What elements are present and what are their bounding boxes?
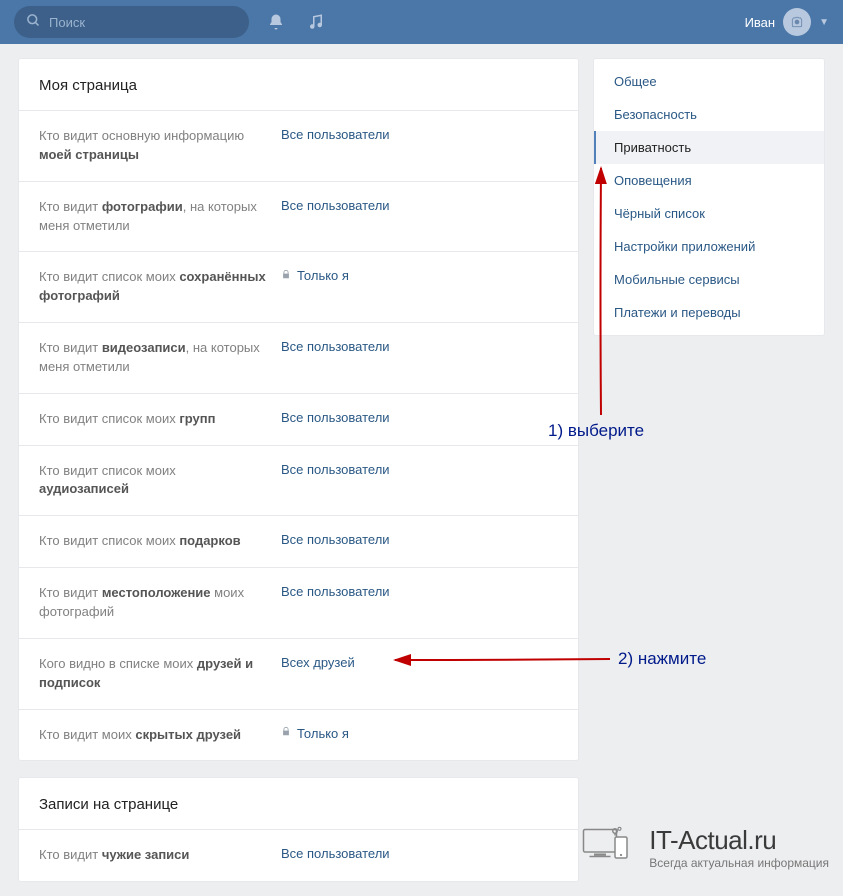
setting-row: Кто видит список моих подарков Все пользо… xyxy=(19,515,578,567)
setting-value-text: Только я xyxy=(297,268,349,283)
user-name: Иван xyxy=(745,15,776,30)
setting-label: Кто видит видеозаписи, на которых меня о… xyxy=(39,339,269,377)
setting-label: Кто видит моих скрытых друзей xyxy=(39,726,269,745)
lock-icon xyxy=(281,726,291,740)
setting-label: Кого видно в списке моих друзей и подпис… xyxy=(39,655,269,693)
setting-value-text: Всех друзей xyxy=(281,655,355,670)
sidebar-item[interactable]: Безопасность xyxy=(594,98,824,131)
setting-value[interactable]: Только я xyxy=(281,268,349,283)
user-menu[interactable]: Иван ▼ xyxy=(745,8,829,36)
search-box[interactable] xyxy=(14,6,249,38)
avatar xyxy=(783,8,811,36)
search-icon xyxy=(26,13,41,31)
sidebar-item[interactable]: Приватность xyxy=(594,131,824,164)
setting-value[interactable]: Всех друзей xyxy=(281,655,355,670)
setting-row: Кто видит видеозаписи, на которых меня о… xyxy=(19,322,578,393)
watermark-title: IT-Actual.ru xyxy=(649,825,829,856)
setting-value-text: Все пользователи xyxy=(281,339,390,354)
lock-icon xyxy=(281,269,291,283)
sidebar-item[interactable]: Оповещения xyxy=(594,164,824,197)
setting-value[interactable]: Только я xyxy=(281,726,349,741)
settings-sidebar: ОбщееБезопасностьПриватностьОповещенияЧё… xyxy=(593,58,825,336)
sidebar-item[interactable]: Чёрный список xyxy=(594,197,824,230)
setting-row: Кто видит чужие записи Все пользователи xyxy=(19,829,578,881)
setting-value[interactable]: Все пользователи xyxy=(281,846,390,861)
setting-label: Кто видит фотографии, на которых меня от… xyxy=(39,198,269,236)
privacy-panel-my-page: Моя страница Кто видит основную информац… xyxy=(18,58,579,761)
setting-label: Кто видит список моих аудиозаписей xyxy=(39,462,269,500)
devices-icon xyxy=(579,824,639,871)
setting-label: Кто видит список моих сохранённых фотогр… xyxy=(39,268,269,306)
panel-title: Моя страница xyxy=(19,59,578,110)
setting-row: Кто видит список моих сохранённых фотогр… xyxy=(19,251,578,322)
setting-row: Кто видит список моих групп Все пользоват… xyxy=(19,393,578,445)
setting-value-text: Только я xyxy=(297,726,349,741)
panel-title: Записи на странице xyxy=(19,778,578,829)
sidebar-item[interactable]: Настройки приложений xyxy=(594,230,824,263)
setting-row: Кто видит список моих аудиозаписей Все по… xyxy=(19,445,578,516)
watermark-subtitle: Всегда актуальная информация xyxy=(649,856,829,870)
setting-value-text: Все пользователи xyxy=(281,410,390,425)
chevron-down-icon: ▼ xyxy=(819,17,829,28)
setting-value-text: Все пользователи xyxy=(281,462,390,477)
setting-value-text: Все пользователи xyxy=(281,198,390,213)
setting-value[interactable]: Все пользователи xyxy=(281,198,390,213)
setting-value-text: Все пользователи xyxy=(281,584,390,599)
setting-value-text: Все пользователи xyxy=(281,127,390,142)
setting-label: Кто видит основную информацию моей стран… xyxy=(39,127,269,165)
watermark: IT-Actual.ru Всегда актуальная информаци… xyxy=(579,824,829,871)
setting-row: Кто видит основную информацию моей стран… xyxy=(19,110,578,181)
setting-value[interactable]: Все пользователи xyxy=(281,127,390,142)
notifications-icon[interactable] xyxy=(263,9,289,35)
setting-row: Кто видит фотографии, на которых меня от… xyxy=(19,181,578,252)
sidebar-item[interactable]: Платежи и переводы xyxy=(594,296,824,329)
search-input[interactable] xyxy=(49,15,237,30)
setting-value[interactable]: Все пользователи xyxy=(281,339,390,354)
topbar: Иван ▼ xyxy=(0,0,843,44)
music-icon[interactable] xyxy=(303,9,329,35)
setting-row: Кого видно в списке моих друзей и подпис… xyxy=(19,638,578,709)
setting-value[interactable]: Все пользователи xyxy=(281,462,390,477)
privacy-panel-wall: Записи на странице Кто видит чужие запис… xyxy=(18,777,579,882)
setting-value[interactable]: Все пользователи xyxy=(281,584,390,599)
setting-value-text: Все пользователи xyxy=(281,532,390,547)
setting-label: Кто видит список моих групп xyxy=(39,410,269,429)
setting-value[interactable]: Все пользователи xyxy=(281,532,390,547)
sidebar-item[interactable]: Общее xyxy=(594,65,824,98)
setting-row: Кто видит моих скрытых друзей Только я xyxy=(19,709,578,761)
setting-value[interactable]: Все пользователи xyxy=(281,410,390,425)
setting-label: Кто видит чужие записи xyxy=(39,846,269,865)
setting-label: Кто видит список моих подарков xyxy=(39,532,269,551)
setting-value-text: Все пользователи xyxy=(281,846,390,861)
setting-label: Кто видит местоположение моих фотографий xyxy=(39,584,269,622)
setting-row: Кто видит местоположение моих фотографий… xyxy=(19,567,578,638)
sidebar-item[interactable]: Мобильные сервисы xyxy=(594,263,824,296)
